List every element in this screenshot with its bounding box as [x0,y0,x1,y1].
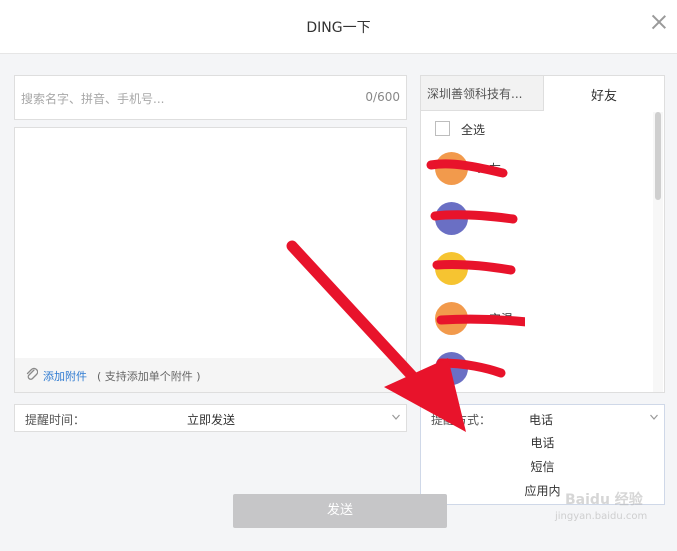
avatar [435,252,468,285]
option-sms[interactable]: 短信 [421,455,664,479]
avatar [435,152,468,185]
option-phone[interactable]: 电话 [421,431,664,455]
contact-item[interactable]: …友 [435,148,655,188]
contact-item[interactable] [435,348,655,388]
contact-picker: 深圳善领科技有... 好友 全选 …友 …宝温… [420,75,665,393]
chevron-down-icon [650,414,658,420]
remind-way-label: 提醒方式： [431,413,492,427]
select-all-label: 全选 [461,123,486,137]
ding-dialog: DING一下 0/600 添加附件 ( 支持添加单个附件 ) 提醒时间： 立即发… [0,0,677,551]
paperclip-icon [26,367,38,380]
close-icon[interactable] [649,12,669,32]
attachment-note: ( 支持添加单个附件 ) [97,370,201,383]
contact-item[interactable] [435,248,655,288]
contact-item[interactable] [435,198,655,238]
char-counter: 0/600 [365,90,400,104]
tab-organization[interactable]: 深圳善领科技有... [421,76,544,111]
remind-time-label: 提醒时间： [25,413,86,427]
remind-way-value: 电话 [529,413,554,427]
avatar [435,202,468,235]
remind-way-dropdown: 电话 短信 应用内 [420,431,665,505]
dialog-header: DING一下 [0,0,677,54]
remind-time-select[interactable]: 提醒时间： 立即发送 [14,404,407,432]
search-input[interactable] [19,86,353,112]
contact-item[interactable]: …宝温… [435,298,655,338]
search-box: 0/600 [14,75,407,120]
message-textarea[interactable]: 添加附件 ( 支持添加单个附件 ) [14,127,407,393]
scroll-thumb[interactable] [655,112,661,200]
chevron-down-icon [392,414,400,420]
watermark-url: jingyan.baidu.com [555,511,648,522]
dialog-title: DING一下 [306,20,371,36]
attachment-bar: 添加附件 ( 支持添加单个附件 ) [15,358,406,392]
avatar [435,352,468,385]
avatar [435,302,468,335]
remind-time-value: 立即发送 [187,413,236,427]
add-attachment-link[interactable]: 添加附件 [43,368,87,384]
contact-name: …宝温… [477,312,526,326]
send-button[interactable]: 发送 [233,494,447,528]
contacts-scrollbar[interactable] [653,112,663,392]
remind-way-select[interactable]: 提醒方式： 电话 [420,404,665,432]
tab-friends[interactable]: 好友 [544,76,664,111]
select-all-checkbox[interactable] [435,121,450,136]
contact-name: …友 [477,162,502,176]
option-in-app[interactable]: 应用内 [421,479,664,503]
